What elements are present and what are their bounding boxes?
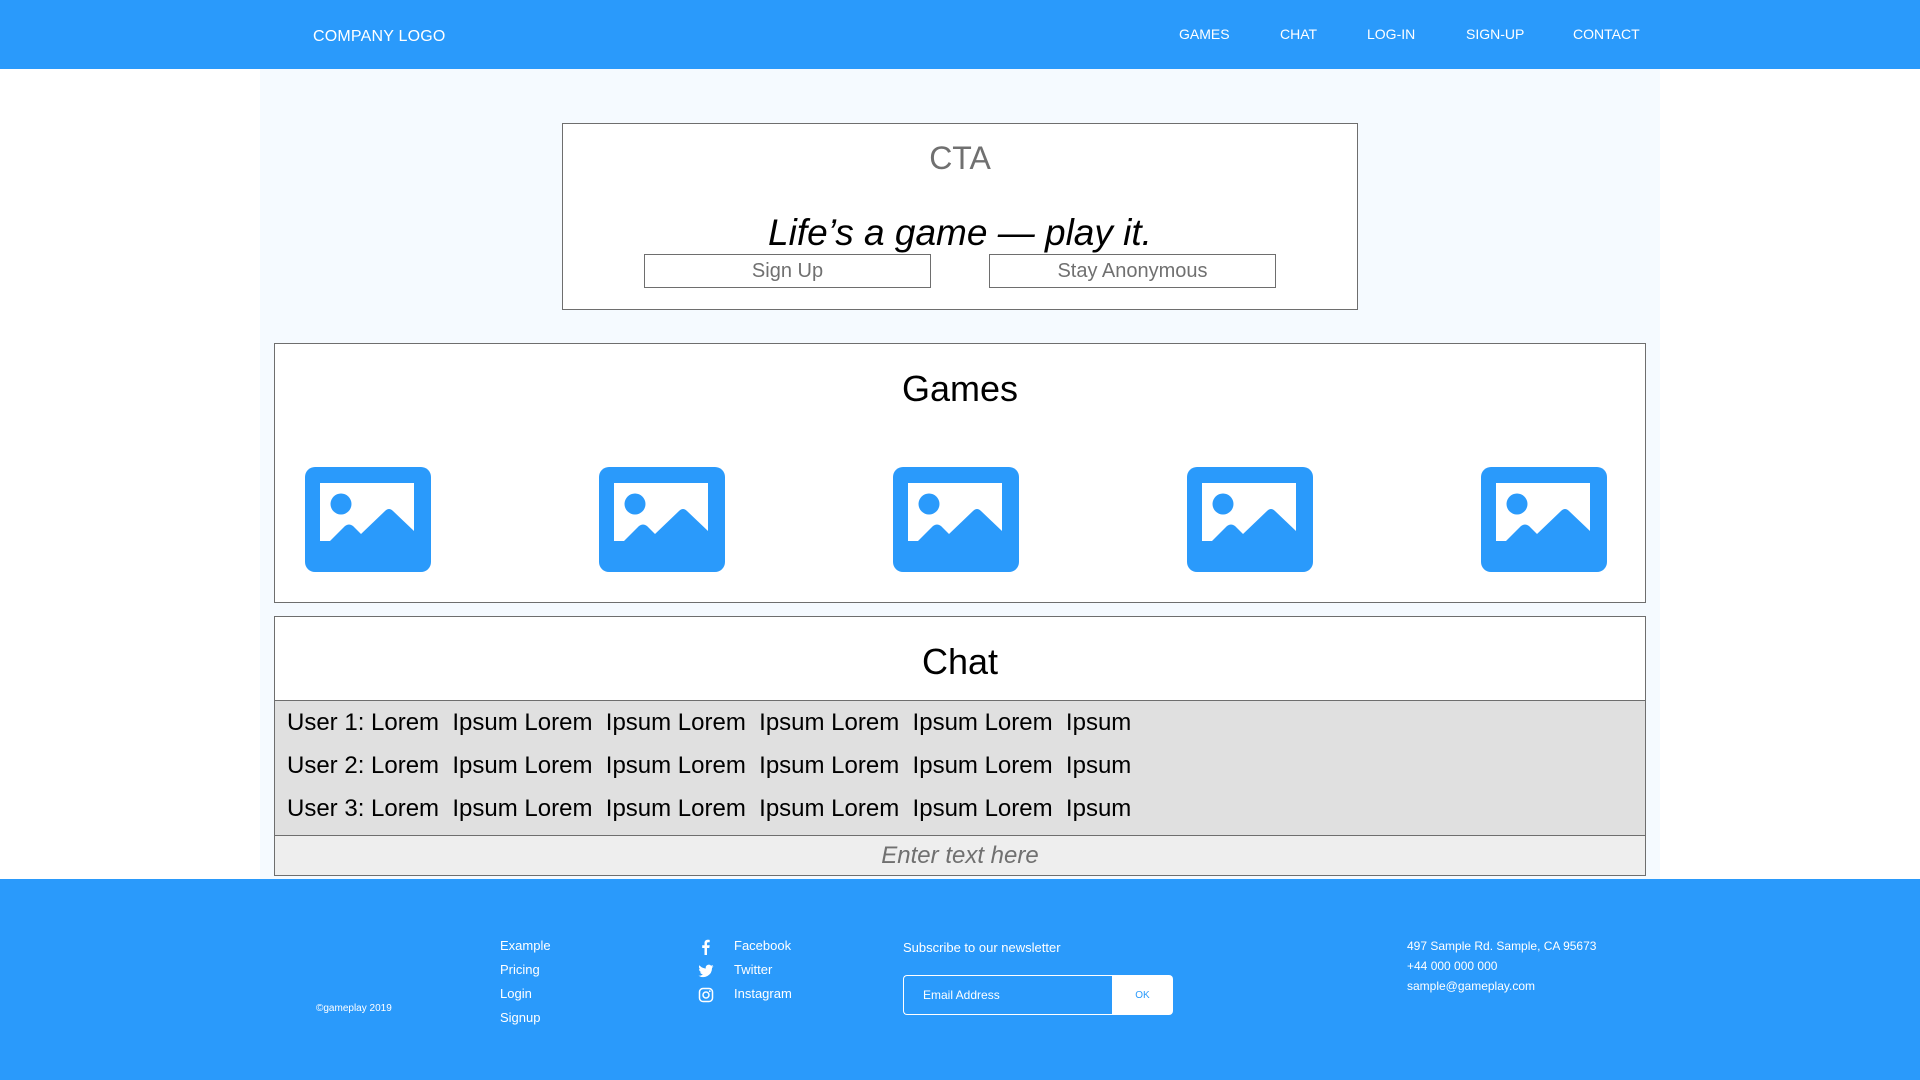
nav-games[interactable]: GAMES [1179, 26, 1230, 42]
site-footer: ©gameplay 2019 Example Pricing Login Sig… [0, 879, 1920, 1080]
cta-title: CTA [929, 140, 991, 176]
social-label: Twitter [734, 962, 773, 977]
instagram-icon [698, 987, 714, 1003]
site-header: COMPANY LOGO GAMES CHAT LOG-IN SIGN-UP C… [0, 0, 1920, 69]
stay-anonymous-button[interactable]: Stay Anonymous [989, 254, 1276, 288]
footer-link-login[interactable]: Login [500, 986, 532, 1001]
image-placeholder-icon [599, 467, 725, 572]
nav-login[interactable]: LOG-IN [1367, 26, 1415, 42]
image-placeholder-icon [893, 467, 1019, 572]
contact-address: 497 Sample Rd. Sample, CA 95673 [1407, 939, 1597, 953]
footer-link-example[interactable]: Example [500, 938, 551, 953]
chat-message-list: User 1: Lorem Ipsum Lorem Ipsum Lorem Ip… [275, 700, 1645, 836]
social-label: Facebook [734, 938, 792, 953]
newsletter-submit-button[interactable]: OK [1112, 975, 1173, 1015]
footer-link-signup[interactable]: Signup [500, 1010, 540, 1025]
nav-chat[interactable]: CHAT [1280, 26, 1317, 42]
contact-phone: +44 000 000 000 [1407, 959, 1498, 973]
chat-message: User 1: Lorem Ipsum Lorem Ipsum Lorem Ip… [287, 709, 1132, 736]
game-thumbnail[interactable] [599, 467, 725, 572]
games-title: Games [901, 368, 1019, 409]
game-thumbnail[interactable] [893, 467, 1019, 572]
contact-email[interactable]: sample@gameplay.com [1407, 979, 1535, 993]
image-placeholder-icon [1481, 467, 1607, 572]
chat-message: User 2: Lorem Ipsum Lorem Ipsum Lorem Ip… [287, 752, 1132, 779]
nav-signup[interactable]: SIGN-UP [1466, 26, 1524, 42]
image-placeholder-icon [305, 467, 431, 572]
chat-title: Chat [921, 641, 999, 682]
twitter-icon [698, 964, 714, 978]
footer-link-pricing[interactable]: Pricing [500, 962, 540, 977]
chat-message: User 3: Lorem Ipsum Lorem Ipsum Lorem Ip… [287, 795, 1132, 822]
social-label: Instagram [734, 986, 792, 1001]
chat-section: Chat User 1: Lorem Ipsum Lorem Ipsum Lor… [274, 616, 1646, 876]
image-placeholder-icon [1187, 467, 1313, 572]
newsletter-label: Subscribe to our newsletter [903, 940, 1061, 955]
sign-up-button[interactable]: Sign Up [644, 254, 931, 288]
game-thumbnail[interactable] [1481, 467, 1607, 572]
nav-contact[interactable]: CONTACT [1573, 26, 1640, 42]
cta-section: CTA Life’s a game — play it. Sign Up Sta… [562, 123, 1358, 310]
facebook-icon [702, 939, 710, 955]
chat-input[interactable] [275, 836, 1645, 875]
company-logo[interactable]: COMPANY LOGO [313, 28, 446, 46]
newsletter-email-input[interactable] [903, 975, 1113, 1015]
copyright: ©gameplay 2019 [316, 1003, 392, 1014]
games-section: Games [274, 343, 1646, 603]
game-thumbnail[interactable] [305, 467, 431, 572]
game-thumbnail[interactable] [1187, 467, 1313, 572]
cta-tagline: Life’s a game — play it. [768, 212, 1152, 253]
